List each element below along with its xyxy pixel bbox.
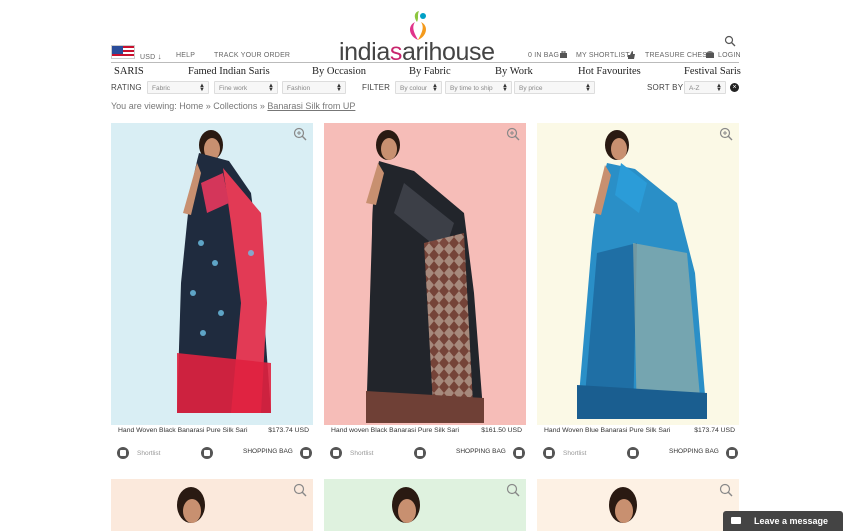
select-arrows-icon: ▲ ▼ bbox=[199, 83, 205, 93]
product-price: $161.50 USD bbox=[481, 427, 522, 434]
shopping-bag-icon[interactable] bbox=[300, 447, 312, 459]
breadcrumb-current[interactable]: Banarasi Silk from UP bbox=[267, 101, 355, 111]
sort-select[interactable]: A-Z ▲ ▼ bbox=[684, 81, 726, 94]
nav-by-work[interactable]: By Work bbox=[495, 66, 533, 77]
product-price: $173.74 USD bbox=[694, 427, 735, 434]
zoom-icon[interactable] bbox=[506, 483, 520, 497]
shortlist-thumb-icon[interactable] bbox=[117, 447, 129, 459]
envelope-icon bbox=[731, 517, 741, 524]
product-image[interactable] bbox=[537, 123, 739, 425]
sari-model-image bbox=[577, 130, 707, 419]
nav-festival-saris[interactable]: Festival Saris bbox=[684, 66, 741, 77]
treasure-chest-icon[interactable] bbox=[705, 50, 715, 59]
treasure-chest-link[interactable]: TREASURE CHEST bbox=[645, 52, 712, 59]
filter-colour-select[interactable]: By colour ▲ ▼ bbox=[395, 81, 442, 94]
leave-message-label: Leave a message bbox=[754, 516, 829, 526]
nav-saris[interactable]: SARIS bbox=[114, 66, 144, 77]
shortlist-label[interactable]: Shortlist bbox=[350, 450, 373, 457]
filter-label: FILTER bbox=[362, 83, 391, 92]
sari-model-image bbox=[609, 487, 637, 523]
zoom-icon[interactable] bbox=[293, 483, 307, 497]
filter-time-to-ship-select[interactable]: By time to ship ▲ ▼ bbox=[445, 81, 512, 94]
thumbs-up-icon[interactable] bbox=[627, 51, 636, 59]
shortlist-link[interactable]: MY SHORTLIST bbox=[576, 52, 630, 59]
clear-filters-icon[interactable]: × bbox=[730, 83, 739, 92]
sari-model-image bbox=[177, 487, 205, 523]
select-arrows-icon: ▲ ▼ bbox=[336, 83, 342, 93]
select-arrows-icon: ▲ ▼ bbox=[432, 83, 438, 93]
shopping-bag-label[interactable]: SHOPPING BAG bbox=[669, 448, 719, 455]
product-name[interactable]: Hand woven Black Banarasi Pure Silk Sari bbox=[331, 427, 481, 435]
shopping-bag-icon[interactable] bbox=[513, 447, 525, 459]
filter-price-select[interactable]: By price ▲ ▼ bbox=[514, 81, 595, 94]
us-flag-icon[interactable] bbox=[111, 45, 135, 59]
zoom-icon[interactable] bbox=[293, 127, 307, 141]
rating-fine-work-select[interactable]: Fine work ▲ ▼ bbox=[214, 81, 278, 94]
product-image[interactable] bbox=[324, 123, 526, 425]
shortlist-thumb-icon[interactable] bbox=[330, 447, 342, 459]
leave-message-button[interactable]: Leave a message bbox=[723, 511, 843, 531]
product-card[interactable] bbox=[111, 479, 313, 531]
sari-model-image bbox=[392, 487, 420, 523]
site-logo[interactable]: indiasarihouse bbox=[339, 10, 511, 66]
breadcrumb-home[interactable]: Home bbox=[179, 101, 203, 111]
select-arrows-icon: ▲ ▼ bbox=[585, 83, 591, 93]
chat-bubble-icon[interactable] bbox=[627, 447, 639, 459]
chat-bubble-icon[interactable] bbox=[414, 447, 426, 459]
shopping-bag-icon[interactable] bbox=[726, 447, 738, 459]
track-order-link[interactable]: TRACK YOUR ORDER bbox=[214, 52, 290, 59]
product-card[interactable] bbox=[537, 479, 739, 531]
rating-fabric-select[interactable]: Fabric ▲ ▼ bbox=[147, 81, 209, 94]
search-icon[interactable] bbox=[724, 35, 736, 47]
product-name[interactable]: Hand Woven Blue Banarasi Pure Silk Sari bbox=[544, 427, 694, 435]
breadcrumb-prefix: You are viewing: bbox=[111, 101, 177, 111]
nav-famed-indian-saris[interactable]: Famed Indian Saris bbox=[188, 66, 270, 77]
filter-bar: RATING Fabric ▲ ▼ Fine work ▲ ▼ Fashion ▲ ▼ FI… bbox=[111, 81, 739, 95]
product-price: $173.74 USD bbox=[268, 427, 309, 434]
breadcrumb: You are viewing: Home » Collections » Ba… bbox=[111, 101, 356, 111]
sari-model-image bbox=[177, 130, 271, 413]
select-arrows-icon: ▲ ▼ bbox=[502, 83, 508, 93]
shopping-bag-label[interactable]: SHOPPING BAG bbox=[456, 448, 506, 455]
product-name[interactable]: Hand Woven Black Banarasi Pure Silk Sari bbox=[118, 427, 248, 435]
sort-label: SORT BY bbox=[647, 83, 684, 92]
nav-by-fabric[interactable]: By Fabric bbox=[409, 66, 451, 77]
login-link[interactable]: LOGIN bbox=[718, 52, 741, 59]
rating-label: RATING bbox=[111, 83, 142, 92]
header-divider bbox=[111, 62, 739, 63]
zoom-icon[interactable] bbox=[719, 483, 733, 497]
shortlist-label[interactable]: Shortlist bbox=[563, 450, 586, 457]
shortlist-thumb-icon[interactable] bbox=[543, 447, 555, 459]
select-arrows-icon: ▲ ▼ bbox=[716, 83, 722, 93]
nav-hot-favourites[interactable]: Hot Favourites bbox=[578, 66, 641, 77]
product-image[interactable] bbox=[111, 123, 313, 425]
bag-link[interactable]: 0 IN BAG bbox=[528, 52, 559, 59]
zoom-icon[interactable] bbox=[506, 127, 520, 141]
shopping-bag-label[interactable]: SHOPPING BAG bbox=[243, 448, 293, 455]
select-arrows-icon: ▲ ▼ bbox=[268, 83, 274, 93]
sari-model-image bbox=[366, 130, 484, 423]
basket-icon[interactable] bbox=[559, 51, 568, 59]
zoom-icon[interactable] bbox=[719, 127, 733, 141]
main-nav: SARIS Famed Indian Saris By Occasion By … bbox=[111, 66, 741, 80]
product-card[interactable] bbox=[324, 479, 526, 531]
nav-by-occasion[interactable]: By Occasion bbox=[312, 66, 366, 77]
chat-bubble-icon[interactable] bbox=[201, 447, 213, 459]
rating-fashion-select[interactable]: Fashion ▲ ▼ bbox=[282, 81, 346, 94]
breadcrumb-collections[interactable]: Collections bbox=[213, 101, 257, 111]
shortlist-label[interactable]: Shortlist bbox=[137, 450, 160, 457]
currency-selector[interactable]: USD ↓ bbox=[140, 52, 162, 61]
help-link[interactable]: HELP bbox=[176, 52, 195, 59]
